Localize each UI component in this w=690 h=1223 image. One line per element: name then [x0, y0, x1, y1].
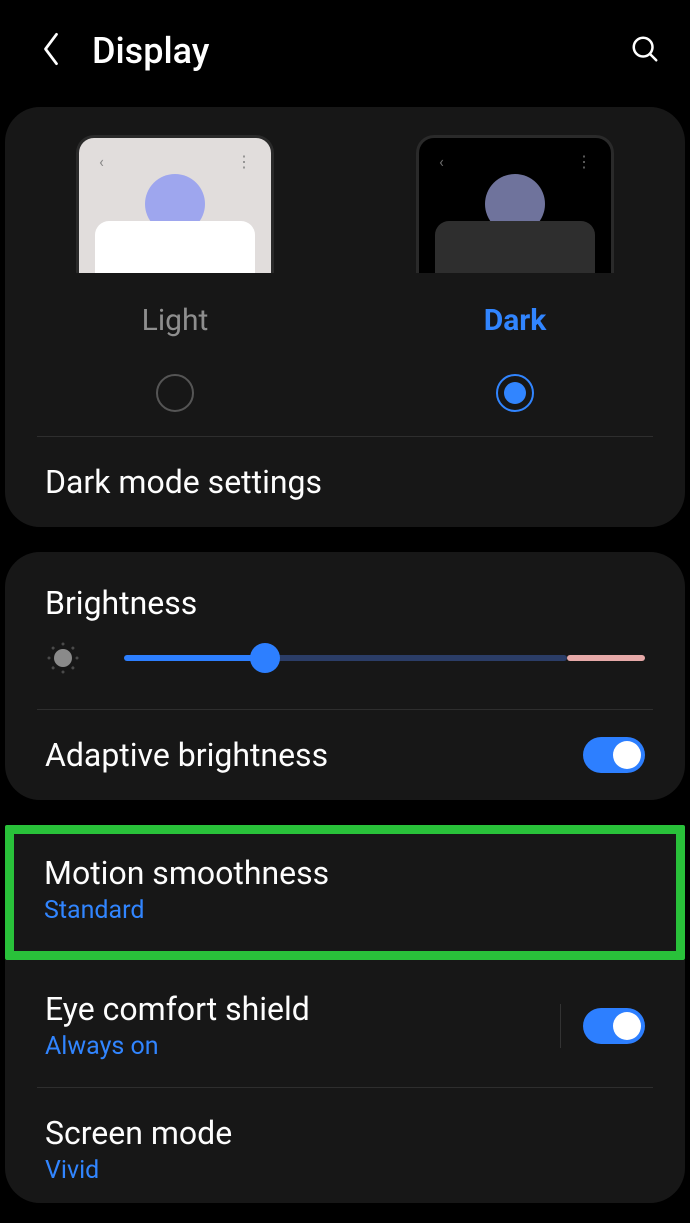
eye-comfort-value: Always on — [45, 1032, 538, 1061]
motion-smoothness-value: Standard — [44, 896, 646, 925]
toggle-separator — [560, 1004, 561, 1048]
highlight-box: Motion smoothness Standard — [5, 825, 685, 960]
more-icon: ⋮ — [576, 152, 589, 171]
theme-option-light[interactable]: ‹ ⋮ Light — [5, 135, 345, 412]
dark-radio[interactable] — [496, 374, 534, 412]
eye-comfort-toggle[interactable] — [583, 1008, 645, 1044]
dark-mode-settings-label: Dark mode settings — [45, 463, 645, 501]
theme-card: ‹ ⋮ Light ‹ ⋮ Dark Dark mode settings — [5, 107, 685, 527]
dark-mode-settings-row[interactable]: Dark mode settings — [5, 437, 685, 527]
slider-thumb[interactable] — [250, 643, 280, 673]
brightness-label: Brightness — [45, 584, 645, 622]
screen-mode-label: Screen mode — [45, 1114, 645, 1152]
adaptive-brightness-label: Adaptive brightness — [45, 736, 583, 774]
more-icon: ⋮ — [236, 152, 249, 171]
adaptive-brightness-toggle[interactable] — [583, 737, 645, 773]
preview-sheet — [95, 221, 255, 273]
screen-mode-value: Vivid — [45, 1156, 645, 1185]
theme-selector: ‹ ⋮ Light ‹ ⋮ Dark — [5, 107, 685, 436]
dark-preview: ‹ ⋮ — [416, 135, 614, 273]
display-options-card: Eye comfort shield Always on Screen mode… — [5, 960, 685, 1203]
brightness-control — [45, 640, 645, 685]
screen-mode-row[interactable]: Screen mode Vivid — [5, 1088, 685, 1203]
light-label: Light — [142, 303, 209, 338]
light-radio[interactable] — [156, 374, 194, 412]
search-button[interactable] — [630, 34, 660, 68]
chevron-left-icon: ‹ — [439, 152, 444, 171]
preview-sheet — [435, 221, 595, 273]
eye-comfort-label: Eye comfort shield — [45, 990, 538, 1028]
motion-smoothness-row[interactable]: Motion smoothness Standard — [14, 834, 676, 951]
motion-smoothness-label: Motion smoothness — [44, 854, 646, 892]
sun-icon — [45, 640, 80, 675]
theme-option-dark[interactable]: ‹ ⋮ Dark — [345, 135, 685, 412]
brightness-card: Brightness Adaptive brigh — [5, 552, 685, 800]
page-title: Display — [92, 30, 630, 72]
adaptive-brightness-row[interactable]: Adaptive brightness — [5, 710, 685, 800]
light-preview: ‹ ⋮ — [76, 135, 274, 273]
header: Display — [0, 0, 690, 102]
back-button[interactable] — [40, 30, 62, 72]
eye-comfort-row[interactable]: Eye comfort shield Always on — [5, 964, 685, 1087]
brightness-slider[interactable] — [124, 644, 645, 672]
brightness-section: Brightness — [5, 552, 685, 709]
dark-label: Dark — [484, 303, 547, 338]
chevron-left-icon: ‹ — [99, 152, 104, 171]
